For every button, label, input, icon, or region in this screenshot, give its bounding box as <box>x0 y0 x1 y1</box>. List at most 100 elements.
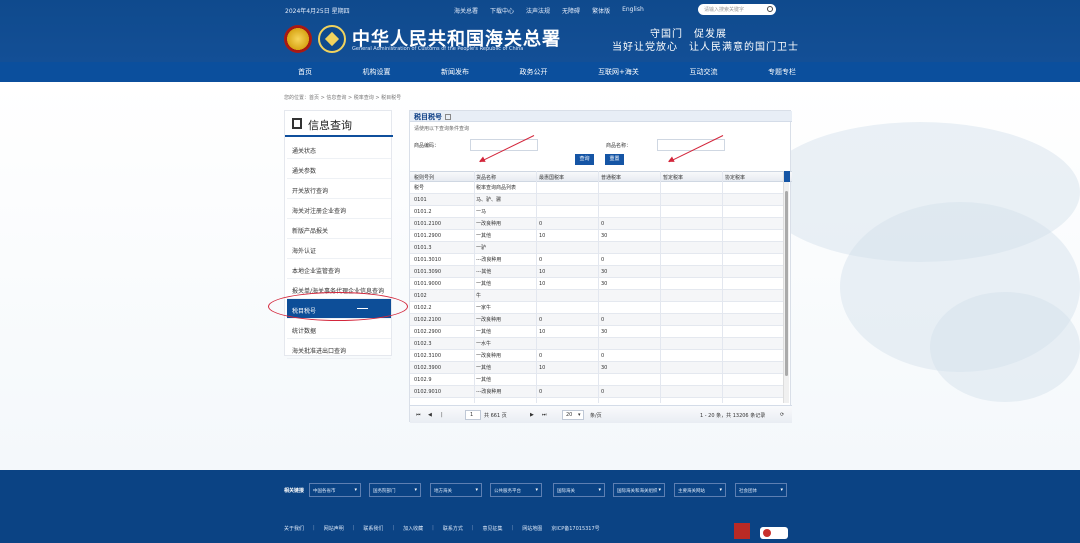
sidebar-item-clearance-status[interactable]: 通关状态 <box>287 139 391 159</box>
column-divider <box>660 171 661 403</box>
table-cell: 10 <box>539 365 546 371</box>
top-link-download[interactable]: 下载中心 <box>490 6 514 15</box>
table-cell: 10 <box>539 233 546 239</box>
refresh-icon[interactable]: ⟳ <box>780 412 784 418</box>
table-scrollbar[interactable] <box>783 171 790 403</box>
query-button[interactable]: 查询 <box>575 154 594 165</box>
nav-item-home[interactable]: 首页 <box>298 67 312 77</box>
table-cell: 一其他 <box>476 281 492 287</box>
footer-divider: | <box>392 525 395 531</box>
sidebar-item-overseas-cert[interactable]: 海外认证 <box>287 239 391 259</box>
table-cell: 0 <box>601 389 605 395</box>
top-link-customs[interactable]: 海关总署 <box>454 6 478 15</box>
related-links-label: 相关链接 <box>284 488 305 494</box>
top-link-accessibility[interactable]: 无障碍 <box>562 6 580 15</box>
government-badge-icon[interactable] <box>734 523 750 539</box>
table-cell: 税率查询商品列表 <box>476 185 517 191</box>
last-page-icon[interactable]: ⏭ <box>542 412 547 418</box>
table-cell: 0 <box>539 317 543 323</box>
site-footer: 相关链接 中国各省市 国务院部门 地方海关 公共服务平台 国际海关 国际海关和海… <box>0 470 1080 543</box>
table-cell: 30 <box>601 329 608 335</box>
table-cell: 一改良种用 <box>476 317 502 323</box>
table-cell: 0 <box>539 257 543 263</box>
sidebar-item-broker[interactable]: 报关单/海关事务代理企业信息查询 <box>287 279 391 299</box>
scroll-up-icon[interactable] <box>784 171 790 182</box>
nav-item-interaction[interactable]: 互动交流 <box>689 67 717 77</box>
table-cell: 0101 <box>414 197 427 203</box>
reset-button[interactable]: 重置 <box>605 154 624 165</box>
table-cell: 0102.2900 <box>414 329 442 335</box>
sidebar-item-release[interactable]: 开关放行查询 <box>287 179 391 199</box>
panel-header: 税目税号 <box>410 111 792 122</box>
window-icon <box>445 114 451 120</box>
site-search-input[interactable]: 请输入搜索关键字 <box>698 4 776 15</box>
sidebar-item-clearance-params[interactable]: 通关参数 <box>287 159 391 179</box>
sidebar-item-tariff-code[interactable]: 税目税号 <box>287 299 391 319</box>
customs-emblem-icon <box>318 25 346 53</box>
tariff-table: 税号 税率查询商品列表 0101 马、驴、骡 0101.2 一马 0101.2100 一改良种… <box>410 182 792 403</box>
table-cell: 0102.9 <box>414 377 432 383</box>
next-page-icon[interactable]: ▶ <box>530 412 534 418</box>
record-summary: 1 - 20 条，共 13206 条记录 <box>700 413 766 419</box>
sidebar-item-approval[interactable]: 海关批准进出口查询 <box>287 339 391 359</box>
tariff-query-panel: 税目税号 请使用以下查询条件查询 商品编码： 商品名称： 查询 重置 税则号列 … <box>409 110 792 423</box>
table-cell: 0102.9010 <box>414 389 442 395</box>
search-placeholder: 请输入搜索关键字 <box>704 7 745 13</box>
related-link-select[interactable]: 国际海关 <box>553 483 605 497</box>
top-link-laws[interactable]: 法声法规 <box>526 6 550 15</box>
table-cell: 马、驴、骡 <box>476 197 502 203</box>
related-link-select[interactable]: 国务院部门 <box>369 483 421 497</box>
search-icon[interactable] <box>767 6 773 12</box>
table-cell: 30 <box>601 233 608 239</box>
page-total: 共 661 页 <box>484 413 507 419</box>
table-cell: 0101.2100 <box>414 221 442 227</box>
footer-link[interactable]: 意见征集 <box>483 525 503 532</box>
table-cell: 0102.2 <box>414 305 432 311</box>
nav-item-topics[interactable]: 专题专栏 <box>768 67 796 77</box>
prev-page-icon[interactable]: ◀ <box>428 412 432 418</box>
table-cell: 0101.3 <box>414 245 432 251</box>
icp-record: 京ICP备17015317号 <box>551 526 600 532</box>
table-cell: 一其他 <box>476 329 492 335</box>
footer-link[interactable]: 网站声明 <box>324 525 344 532</box>
nav-item-government[interactable]: 政务公开 <box>520 67 548 77</box>
nav-item-news[interactable]: 新闻发布 <box>441 67 469 77</box>
footer-link[interactable]: 联系我们 <box>363 525 383 532</box>
sidebar-item-local-enterprise[interactable]: 本地企业监管查询 <box>287 259 391 279</box>
table-cell: 牛 <box>476 293 482 299</box>
current-date: 2024年4月25日 星期四 <box>285 8 350 15</box>
top-utility-bar: 2024年4月25日 星期四 海关总署 下载中心 法声法规 无障碍 繁体版 En… <box>285 4 790 15</box>
related-link-select[interactable]: 主要海关网站 <box>674 483 726 497</box>
footer-link[interactable]: 关于我们 <box>284 525 304 532</box>
related-link-select[interactable]: 社会团体 <box>735 483 787 497</box>
footer-link[interactable]: 网站地图 <box>522 525 542 532</box>
document-icon <box>292 118 302 129</box>
page-size-suffix: 条/页 <box>590 413 602 419</box>
footer-link[interactable]: 加入收藏 <box>403 525 423 532</box>
first-page-icon[interactable]: ⏮ <box>416 412 421 418</box>
top-link-english[interactable]: English <box>622 6 644 15</box>
table-cell: 10 <box>539 269 546 275</box>
related-link-select[interactable]: 公共服务平台 <box>490 483 542 497</box>
table-cell: 一家牛 <box>476 305 492 311</box>
related-link-select[interactable]: 国际海关和海关组织 <box>613 483 665 497</box>
table-cell: ---改良种用 <box>476 257 502 263</box>
site-identity-badge-icon[interactable] <box>760 527 788 539</box>
nav-item-organization[interactable]: 机构设置 <box>363 67 391 77</box>
nav-item-internet-customs[interactable]: 互联网+海关 <box>598 67 639 77</box>
breadcrumb: 您的位置：首页 > 信息查询 > 税率查询 > 税目税号 <box>284 95 402 101</box>
footer-link[interactable]: 联系方式 <box>443 525 463 532</box>
table-cell: 0 <box>601 353 605 359</box>
column-divider <box>536 171 537 403</box>
sidebar-item-statistics[interactable]: 统计数据 <box>287 319 391 339</box>
code-label: 商品编码： <box>414 143 440 149</box>
sidebar-item-registered-enterprise[interactable]: 海关对注册企业查询 <box>287 199 391 219</box>
table-cell: 30 <box>601 281 608 287</box>
scrollbar-thumb[interactable] <box>785 191 788 376</box>
related-link-select[interactable]: 中国各省市 <box>309 483 361 497</box>
top-link-traditional[interactable]: 繁体版 <box>592 6 610 15</box>
national-emblem-icon <box>284 25 312 53</box>
sidebar-item-product-declaration[interactable]: 新版产品报关 <box>287 219 391 239</box>
site-title-english: General Administration of Customs of the… <box>352 46 524 52</box>
related-link-select[interactable]: 地方海关 <box>430 483 482 497</box>
